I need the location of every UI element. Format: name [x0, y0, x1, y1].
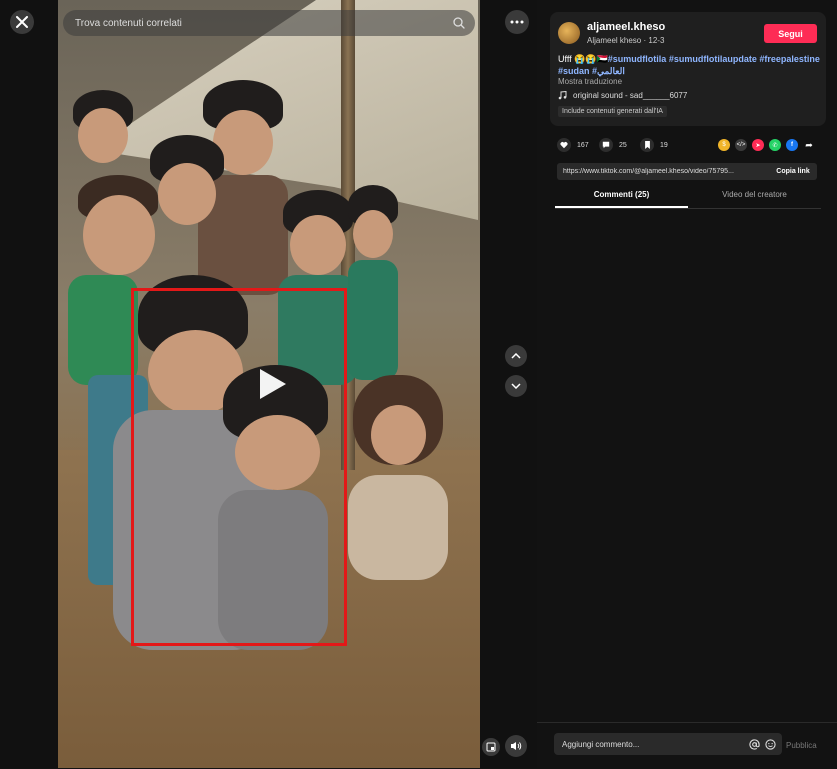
- video-caption: Ufff 😭😭🇸🇩#sumudflotila #sumudflotilaupda…: [558, 53, 820, 77]
- play-button[interactable]: [254, 366, 290, 402]
- more-dots-icon: [510, 20, 524, 24]
- caption-lead: Ufff 😭😭🇸🇩: [558, 54, 608, 64]
- hashtag-link[interactable]: #freepalestine: [759, 54, 820, 64]
- mention-icon[interactable]: [749, 738, 760, 750]
- comment-count: 25: [619, 141, 627, 149]
- copy-link-button[interactable]: Copia link: [769, 168, 817, 175]
- picture-in-picture-button[interactable]: [482, 738, 500, 756]
- hashtag-link[interactable]: #sudan: [558, 66, 590, 76]
- close-icon: [16, 16, 28, 28]
- more-options-button[interactable]: [505, 10, 529, 34]
- child-figure: [348, 185, 398, 385]
- comment-input[interactable]: [560, 738, 749, 750]
- save-count: 19: [660, 141, 668, 149]
- share-arrow-icon[interactable]: ➦: [803, 139, 815, 151]
- close-button[interactable]: [10, 10, 34, 34]
- post-date: 12-3: [648, 36, 665, 45]
- video-url[interactable]: https://www.tiktok.com/@aljameel.kheso/v…: [557, 168, 769, 175]
- author-subline: Aljameel kheso · 12-3: [587, 36, 664, 45]
- music-note-icon: [558, 91, 567, 100]
- sound-link[interactable]: original sound - sad______6077: [558, 91, 687, 100]
- publish-button[interactable]: Pubblica: [786, 741, 817, 750]
- hashtag-link[interactable]: #sumudflotila: [608, 54, 667, 64]
- coin-icon[interactable]: $: [718, 139, 730, 151]
- next-video-button[interactable]: [505, 375, 527, 397]
- share-buttons: $ </> ➤ ✆ f ➦: [718, 139, 815, 151]
- search-icon[interactable]: [453, 17, 465, 29]
- tab-creator-videos[interactable]: Video del creatore: [688, 190, 821, 208]
- like-count: 167: [577, 141, 589, 149]
- follow-button[interactable]: Segui: [764, 24, 817, 43]
- previous-video-button[interactable]: [505, 345, 527, 367]
- whatsapp-icon[interactable]: ✆: [769, 139, 781, 151]
- volume-icon: [511, 742, 522, 750]
- author-username[interactable]: aljameel.kheso: [587, 21, 665, 33]
- show-translation-link[interactable]: Mostra traduzione: [558, 77, 622, 86]
- like-stat[interactable]: 167: [557, 138, 589, 152]
- chevron-down-icon: [511, 383, 521, 389]
- child-figure: [63, 90, 143, 170]
- related-search-bar[interactable]: [63, 10, 475, 36]
- pip-icon: [486, 742, 496, 752]
- facebook-icon[interactable]: f: [786, 139, 798, 151]
- child-figure: [343, 375, 453, 585]
- sound-label: original sound - sad______6077: [573, 91, 688, 100]
- embed-icon[interactable]: </>: [735, 139, 747, 151]
- hashtag-link[interactable]: #العالمي: [592, 66, 625, 76]
- author-display-name: Aljameel kheso: [587, 36, 642, 45]
- emoji-icon[interactable]: [765, 738, 776, 750]
- red-highlight-box: [131, 288, 347, 646]
- avatar[interactable]: [558, 22, 580, 44]
- panel-tabs: Commenti (25) Video del creatore: [555, 190, 821, 209]
- related-search-input[interactable]: [73, 16, 453, 30]
- comment-input-wrapper: [554, 733, 782, 755]
- send-icon[interactable]: ➤: [752, 139, 764, 151]
- play-icon: [260, 369, 286, 399]
- save-stat[interactable]: 19: [640, 138, 668, 152]
- heart-icon: [557, 138, 571, 152]
- video-link-box: https://www.tiktok.com/@aljameel.kheso/v…: [557, 163, 817, 180]
- comment-stat[interactable]: 25: [599, 138, 627, 152]
- ai-content-label: Include contenuti generati dall'IA: [558, 106, 667, 117]
- tab-comments[interactable]: Commenti (25): [555, 190, 688, 208]
- hashtag-link[interactable]: #sumudflotilaupdate: [669, 54, 757, 64]
- comment-bubble-icon: [599, 138, 613, 152]
- bookmark-icon: [640, 138, 654, 152]
- chevron-up-icon: [511, 353, 521, 359]
- volume-button[interactable]: [505, 735, 527, 757]
